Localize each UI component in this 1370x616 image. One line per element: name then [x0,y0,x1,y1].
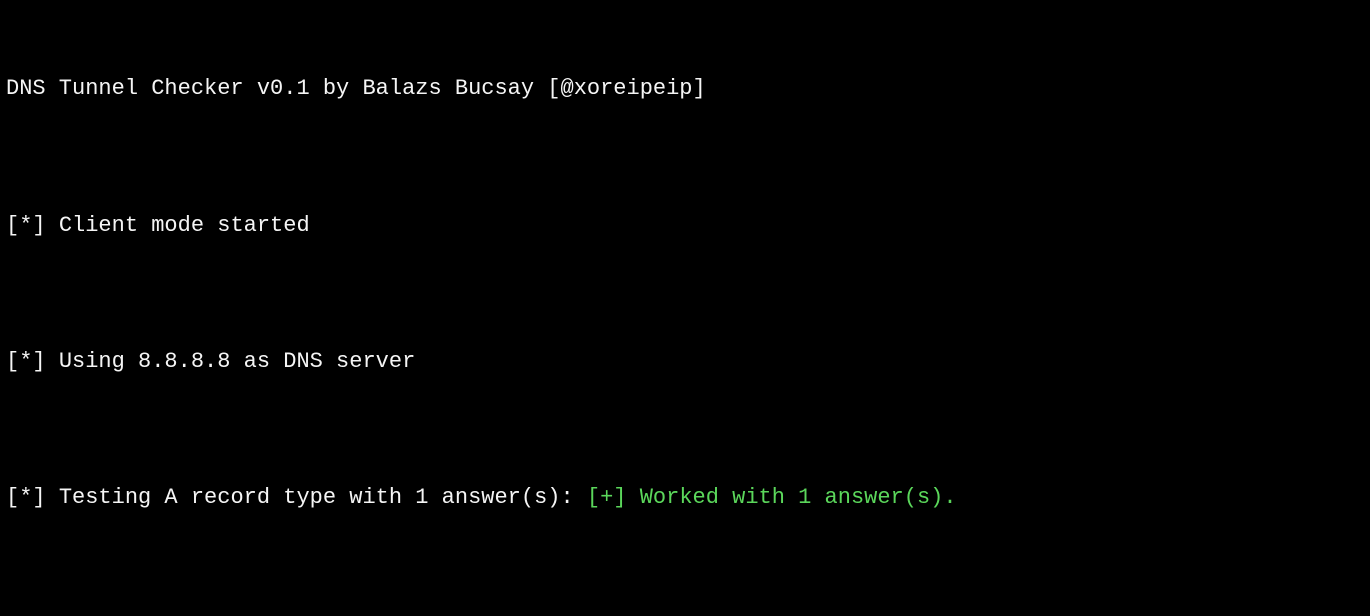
client-mode-line: Client mode started [59,213,310,238]
test-a-result: Worked with 1 answer(s). [627,485,957,510]
info-marker: [*] [6,349,46,374]
terminal-output: DNS Tunnel Checker v0.1 by Balazs Bucsay… [0,0,1370,616]
info-marker: [*] [6,485,46,510]
good-marker: [+] [587,485,627,510]
test-a-line: Testing A record type with 1 answer(s): [59,485,587,510]
info-marker: [*] [6,213,46,238]
blank-line [6,584,1364,616]
program-header: DNS Tunnel Checker v0.1 by Balazs Bucsay… [6,76,706,101]
dns-server-line: Using 8.8.8.8 as DNS server [59,349,415,374]
